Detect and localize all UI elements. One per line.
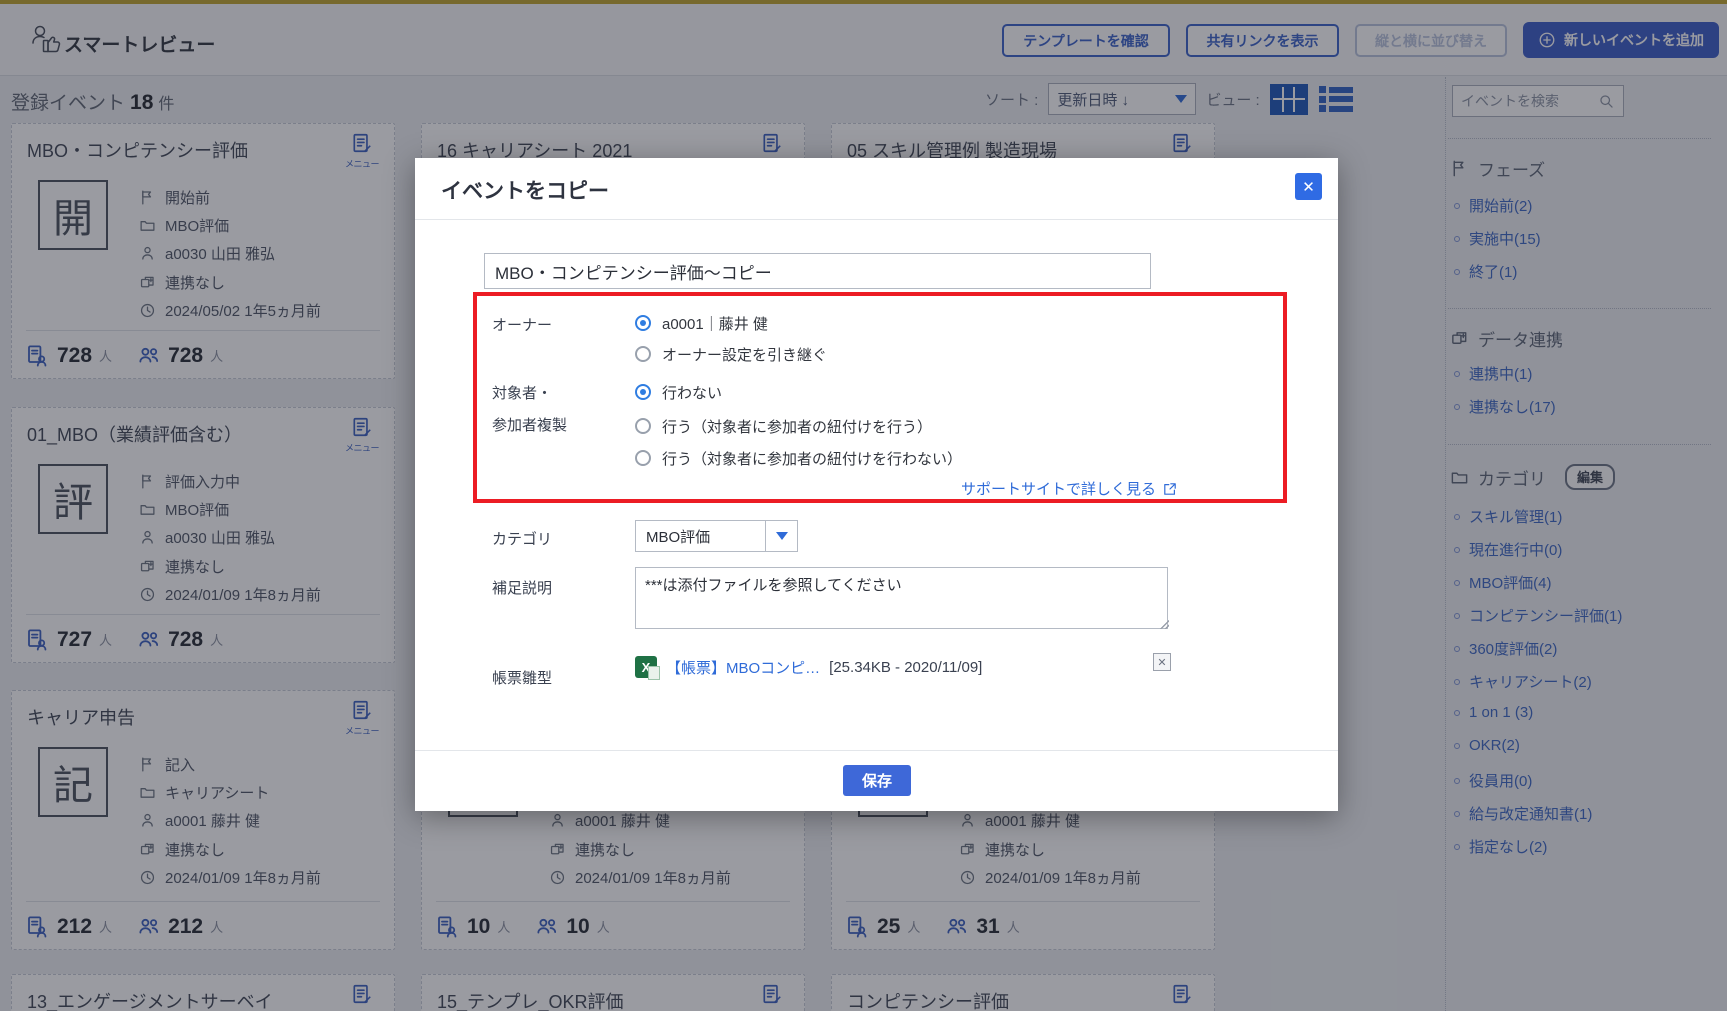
- save-button[interactable]: 保存: [843, 765, 911, 796]
- copy-target-label-2: 参加者複製: [492, 414, 567, 435]
- owner-option-inherit[interactable]: オーナー設定を引き継ぐ: [635, 343, 827, 365]
- template-file-meta: [25.34KB - 2020/11/09]: [829, 659, 982, 676]
- description-label: 補足説明: [492, 577, 552, 598]
- excel-file-icon: X: [635, 656, 657, 678]
- radio-icon[interactable]: [635, 346, 651, 362]
- modal-footer-divider: [415, 750, 1338, 751]
- external-link-icon: [1162, 481, 1178, 497]
- description-textarea[interactable]: ***は添付ファイルを参照してください: [635, 567, 1168, 629]
- support-site-link[interactable]: サポートサイトで詳しく見る: [961, 478, 1178, 499]
- template-file-link[interactable]: 【帳票】MBOコンピ…: [666, 657, 820, 678]
- copy-event-modal: イベントをコピー ✕ オーナー a0001｜藤井 健 オーナー設定を引き継ぐ 対…: [415, 158, 1338, 811]
- remove-file-icon[interactable]: ✕: [1153, 653, 1171, 671]
- smart-review-page: スマートレビュー テンプレートを確認 共有リンクを表示 縦と横に並び替え 新しい…: [0, 0, 1727, 1011]
- copy-target-label-1: 対象者・: [492, 382, 552, 403]
- radio-selected-icon[interactable]: [635, 384, 651, 400]
- close-icon[interactable]: ✕: [1295, 173, 1322, 200]
- template-file-label: 帳票雛型: [492, 667, 552, 688]
- modal-title: イベントをコピー: [441, 175, 609, 205]
- copy-option-without-link[interactable]: 行う（対象者に参加者の紐付けを行わない）: [635, 447, 962, 469]
- radio-selected-icon[interactable]: [635, 315, 651, 331]
- event-name-input[interactable]: [484, 253, 1151, 289]
- radio-icon[interactable]: [635, 450, 651, 466]
- copy-option-with-link[interactable]: 行う（対象者に参加者の紐付けを行う）: [635, 415, 932, 437]
- caret-down-icon: [776, 532, 788, 540]
- radio-icon[interactable]: [635, 418, 651, 434]
- copy-option-none[interactable]: 行わない: [635, 381, 722, 403]
- owner-label: オーナー: [492, 314, 552, 335]
- category-select[interactable]: MBO評価: [635, 520, 798, 552]
- owner-option-current[interactable]: a0001｜藤井 健: [635, 312, 768, 334]
- modal-title-bar: イベントをコピー ✕: [415, 158, 1338, 220]
- template-file-row: X 【帳票】MBOコンピ… [25.34KB - 2020/11/09]: [635, 655, 982, 679]
- category-label: カテゴリ: [492, 528, 552, 549]
- textarea-resize-handle[interactable]: [1160, 620, 1169, 629]
